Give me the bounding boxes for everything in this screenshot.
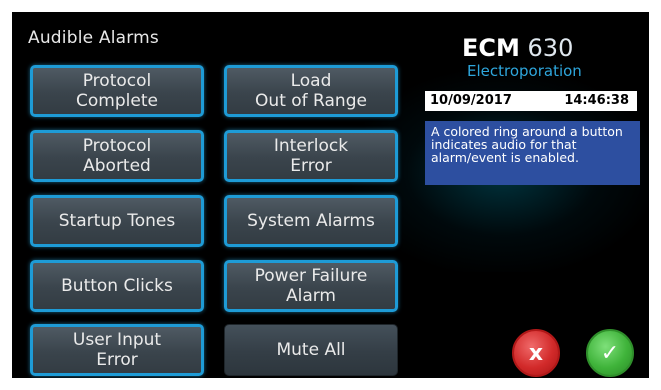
brand-name: ECM [462, 34, 520, 62]
check-icon: ✓ [600, 340, 620, 366]
device-screen: Audible Alarms Protocol Complete Protoco… [12, 12, 649, 378]
cancel-button[interactable]: x [512, 329, 560, 377]
startup-tones-button[interactable]: Startup Tones [30, 195, 204, 247]
protocol-aborted-button[interactable]: Protocol Aborted [30, 130, 204, 182]
protocol-complete-button[interactable]: Protocol Complete [30, 65, 204, 117]
page-title: Audible Alarms [28, 28, 159, 48]
load-out-of-range-button[interactable]: Load Out of Range [224, 65, 398, 117]
confirm-button[interactable]: ✓ [586, 329, 634, 377]
datetime-bar: 10/09/2017 14:46:38 [425, 91, 637, 111]
brand-model: 630 [527, 34, 574, 62]
system-alarms-button[interactable]: System Alarms [224, 195, 398, 247]
brand-logo: ECM 630 [462, 34, 642, 62]
date-display: 10/09/2017 [430, 93, 512, 108]
power-failure-alarm-button[interactable]: Power Failure Alarm [224, 260, 398, 312]
user-input-error-button[interactable]: User Input Error [30, 324, 204, 376]
close-icon: x [528, 340, 544, 366]
mute-all-button[interactable]: Mute All [224, 324, 398, 376]
brand-subtitle: Electroporation [467, 62, 582, 80]
info-message: A colored ring around a button indicates… [425, 121, 640, 185]
button-clicks-button[interactable]: Button Clicks [30, 260, 204, 312]
interlock-error-button[interactable]: Interlock Error [224, 130, 398, 182]
time-display: 14:46:38 [564, 93, 629, 108]
